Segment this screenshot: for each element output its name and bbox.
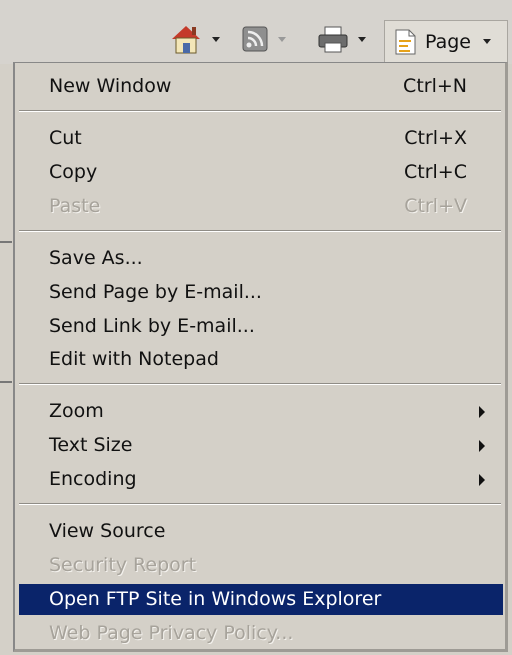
window-edge-mark: [0, 381, 12, 383]
menu-item-paste: Paste Ctrl+V: [19, 191, 503, 222]
menu-item-view-source[interactable]: View Source: [19, 516, 503, 547]
window-edge-mark: [0, 241, 12, 243]
menu-item-shortcut: Ctrl+C: [404, 161, 467, 183]
menu-item-label: Zoom: [49, 400, 104, 422]
home-icon: [172, 26, 200, 54]
menu-item-shortcut: Ctrl+X: [404, 127, 467, 149]
menu-separator: [19, 110, 501, 112]
menu-item-label: Web Page Privacy Policy...: [49, 622, 294, 644]
menu-item-label: Security Report: [49, 554, 197, 576]
menu-item-send-page[interactable]: Send Page by E-mail...: [19, 277, 503, 308]
menu-item-label: Copy: [49, 161, 98, 183]
menu-item-privacy-policy: Web Page Privacy Policy...: [19, 618, 503, 649]
menu-item-shortcut: Ctrl+N: [403, 75, 467, 97]
menu-item-copy[interactable]: Copy Ctrl+C: [19, 157, 503, 188]
menu-item-cut[interactable]: Cut Ctrl+X: [19, 123, 503, 154]
menu-separator: [19, 503, 501, 505]
menu-item-label: Paste: [49, 195, 101, 217]
menu-item-new-window[interactable]: New Window Ctrl+N: [19, 71, 503, 102]
menu-item-label: Encoding: [49, 468, 137, 490]
menu-item-save-as[interactable]: Save As...: [19, 243, 503, 274]
menu-item-shortcut: Ctrl+V: [404, 195, 467, 217]
menu-item-security-report: Security Report: [19, 550, 503, 581]
feeds-dropdown-arrow[interactable]: [278, 36, 286, 42]
page-menu-button[interactable]: Page: [384, 20, 508, 62]
page-menu-label: Page: [425, 30, 471, 53]
home-button[interactable]: [168, 22, 220, 56]
menu-item-label: Open FTP Site in Windows Explorer: [49, 588, 382, 610]
home-dropdown-arrow[interactable]: [212, 36, 220, 42]
menu-item-label: Send Link by E-mail...: [49, 315, 255, 337]
menu-separator: [19, 230, 501, 232]
page-icon: [395, 29, 416, 54]
menu-item-encoding[interactable]: Encoding: [19, 464, 503, 495]
submenu-arrow-icon: [479, 474, 485, 486]
menu-separator: [19, 383, 501, 385]
command-bar: Page: [0, 0, 512, 64]
menu-item-open-ftp[interactable]: Open FTP Site in Windows Explorer: [19, 584, 503, 615]
submenu-arrow-icon: [479, 440, 485, 452]
page-dropdown-menu: New Window Ctrl+N Cut Ctrl+X Copy Ctrl+C…: [13, 62, 508, 652]
print-button[interactable]: [316, 22, 366, 56]
menu-item-text-size[interactable]: Text Size: [19, 430, 503, 461]
feeds-button[interactable]: [240, 22, 286, 56]
menu-item-label: Text Size: [49, 434, 133, 456]
print-icon: [318, 26, 348, 53]
menu-item-label: New Window: [49, 75, 172, 97]
menu-item-label: Save As...: [49, 247, 143, 269]
menu-item-label: Send Page by E-mail...: [49, 281, 262, 303]
feeds-icon: [242, 26, 268, 52]
page-dropdown-arrow[interactable]: [483, 39, 491, 44]
menu-item-label: Cut: [49, 127, 82, 149]
menu-item-label: View Source: [49, 520, 166, 542]
print-dropdown-arrow[interactable]: [358, 36, 366, 42]
menu-item-send-link[interactable]: Send Link by E-mail...: [19, 311, 503, 342]
menu-item-zoom[interactable]: Zoom: [19, 396, 503, 427]
menu-item-label: Edit with Notepad: [49, 348, 219, 370]
submenu-arrow-icon: [479, 406, 485, 418]
menu-item-edit-notepad[interactable]: Edit with Notepad: [19, 344, 503, 375]
